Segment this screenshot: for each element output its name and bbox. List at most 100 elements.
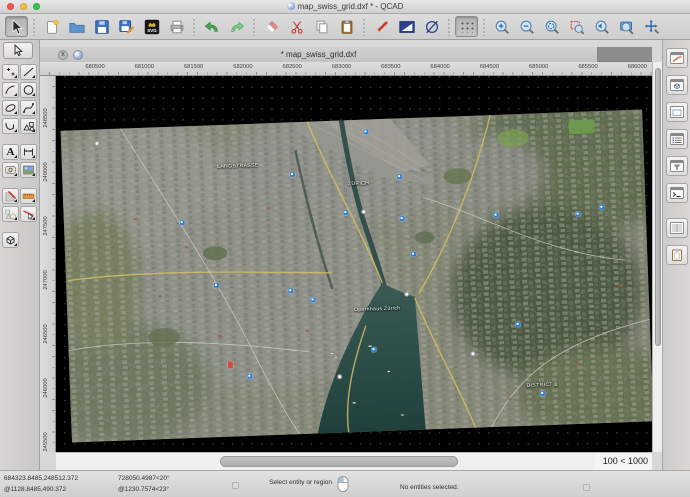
snap-tools-button[interactable] (20, 206, 37, 222)
new-file-button[interactable] (40, 16, 63, 37)
selection-filter-panel-button[interactable] (666, 156, 688, 176)
zoom-selection-icon (568, 18, 586, 36)
window-title: map_swiss_grid.dxf * - QCAD (298, 2, 404, 11)
vertical-ruler: 2485002480002475002470002465002460002455… (40, 76, 56, 452)
map-marker-blue (400, 216, 405, 221)
hruler-label: 681500 (184, 64, 203, 70)
svg-export-button[interactable]: SVG (140, 16, 163, 37)
property-editor-icon (669, 51, 685, 65)
grid-zoom-indicator: 100 < 1000 (595, 452, 652, 470)
absolute-polar-display: 728050.4987<20° (118, 475, 170, 482)
map-marker-white (94, 141, 99, 146)
circle-slash-button[interactable] (420, 16, 443, 37)
dock-panel-toolbar (662, 40, 690, 470)
previous-view-icon (593, 18, 611, 36)
palette-pointer-button[interactable] (3, 42, 33, 59)
layer-list-panel-button[interactable] (666, 129, 688, 149)
vertical-scrollbar-thumb[interactable] (655, 68, 661, 346)
save-button[interactable] (90, 16, 113, 37)
spline-tools-button[interactable] (20, 100, 37, 116)
open-folder-icon (68, 18, 86, 36)
undo-icon (203, 18, 221, 36)
pointer-arrow-icon (12, 44, 24, 57)
status-indicator-box (583, 484, 590, 491)
modify-tools-button[interactable] (2, 188, 19, 204)
qcad-app-icon (287, 2, 295, 10)
main-toolbar: SVG (0, 14, 690, 40)
vruler-label: 246500 (43, 324, 49, 343)
vertical-scrollbar[interactable] (652, 62, 662, 452)
hruler-label: 686000 (628, 64, 647, 70)
qcad-window: map_swiss_grid.dxf * - QCAD SVG (0, 0, 690, 497)
save-as-button[interactable] (115, 16, 138, 37)
map-marker-blue (494, 213, 499, 218)
command-line-panel-button[interactable] (666, 183, 688, 203)
hruler-label: 682000 (233, 64, 252, 70)
map-marker-blue (540, 391, 545, 396)
save-as-icon (118, 18, 136, 36)
copy-button[interactable] (310, 16, 333, 37)
library-browser-panel-button[interactable] (666, 218, 688, 238)
grid-toggle-button[interactable] (455, 16, 478, 37)
map-marker-blue (363, 129, 368, 134)
cut-button[interactable] (285, 16, 308, 37)
hatch-tool-button[interactable] (2, 162, 19, 178)
block-list-panel-button[interactable] (666, 75, 688, 95)
grid-icon (459, 20, 474, 33)
horizontal-scrollbar-thumb[interactable] (220, 456, 458, 467)
circle-tools-button[interactable] (20, 82, 37, 98)
new-file-icon (43, 18, 61, 36)
open-file-button[interactable] (65, 16, 88, 37)
hruler-label: 682500 (283, 64, 302, 70)
map-marker-blue (311, 297, 316, 302)
hruler-label: 683500 (381, 64, 400, 70)
drawing-canvas[interactable]: LANGSTRASSEZÜRICHOpernhaus ZürichDISTRIC… (56, 76, 652, 452)
undo-button[interactable] (200, 16, 223, 37)
map-marker-white (470, 351, 475, 356)
zoom-window-icon (618, 18, 636, 36)
selection-pointer-button[interactable] (5, 16, 28, 37)
pan-button[interactable] (640, 16, 663, 37)
dimension-tools-button[interactable] (20, 144, 37, 160)
toolbar-separator (482, 18, 486, 36)
erase-button[interactable] (260, 16, 283, 37)
info-tools-button[interactable] (2, 206, 19, 222)
zoom-out-button[interactable] (515, 16, 538, 37)
map-marker-blue (599, 205, 604, 210)
red-pencil-icon (373, 18, 391, 36)
map-marker-blue (516, 322, 521, 327)
view-list-panel-button[interactable] (666, 102, 688, 122)
block-tools-button[interactable] (2, 232, 19, 248)
auto-zoom-button[interactable] (540, 16, 563, 37)
clipboard-panel-button[interactable] (666, 245, 688, 265)
point-tools-icon (4, 66, 17, 78)
text-tool-button[interactable]: A (2, 144, 19, 160)
previous-view-button[interactable] (590, 16, 613, 37)
point-tools-button[interactable] (2, 64, 19, 80)
ellipse-tools-button[interactable] (2, 100, 19, 116)
paste-button[interactable] (335, 16, 358, 37)
library-browser-icon (669, 221, 685, 235)
vruler-label: 247500 (43, 216, 49, 235)
arc-tools-button[interactable] (2, 82, 19, 98)
print-button[interactable] (165, 16, 188, 37)
measure-tools-button[interactable] (20, 188, 37, 204)
map-marker-blue (397, 174, 402, 179)
polyline-tools-button[interactable] (2, 118, 19, 134)
redo-button[interactable] (225, 16, 248, 37)
line-tools-button[interactable] (20, 64, 37, 80)
zoom-in-button[interactable] (490, 16, 513, 37)
zoom-window-button[interactable] (615, 16, 638, 37)
tab-map-swiss-grid[interactable]: x * map_swiss_grid.dxf (40, 47, 598, 62)
lineweight-button[interactable] (395, 16, 418, 37)
horizontal-scrollbar[interactable] (56, 452, 595, 470)
shape-tools-button[interactable] (20, 118, 37, 134)
map-marker-white (404, 292, 409, 297)
zoom-selection-button[interactable] (565, 16, 588, 37)
map-place-label: LANGSTRASSE (217, 163, 259, 171)
image-tool-button[interactable] (20, 162, 37, 178)
property-editor-panel-button[interactable] (666, 48, 688, 68)
draw-pencil-button[interactable] (370, 16, 393, 37)
map-place-label: Opernhaus Zürich (354, 305, 401, 313)
scissors-icon (288, 18, 306, 36)
